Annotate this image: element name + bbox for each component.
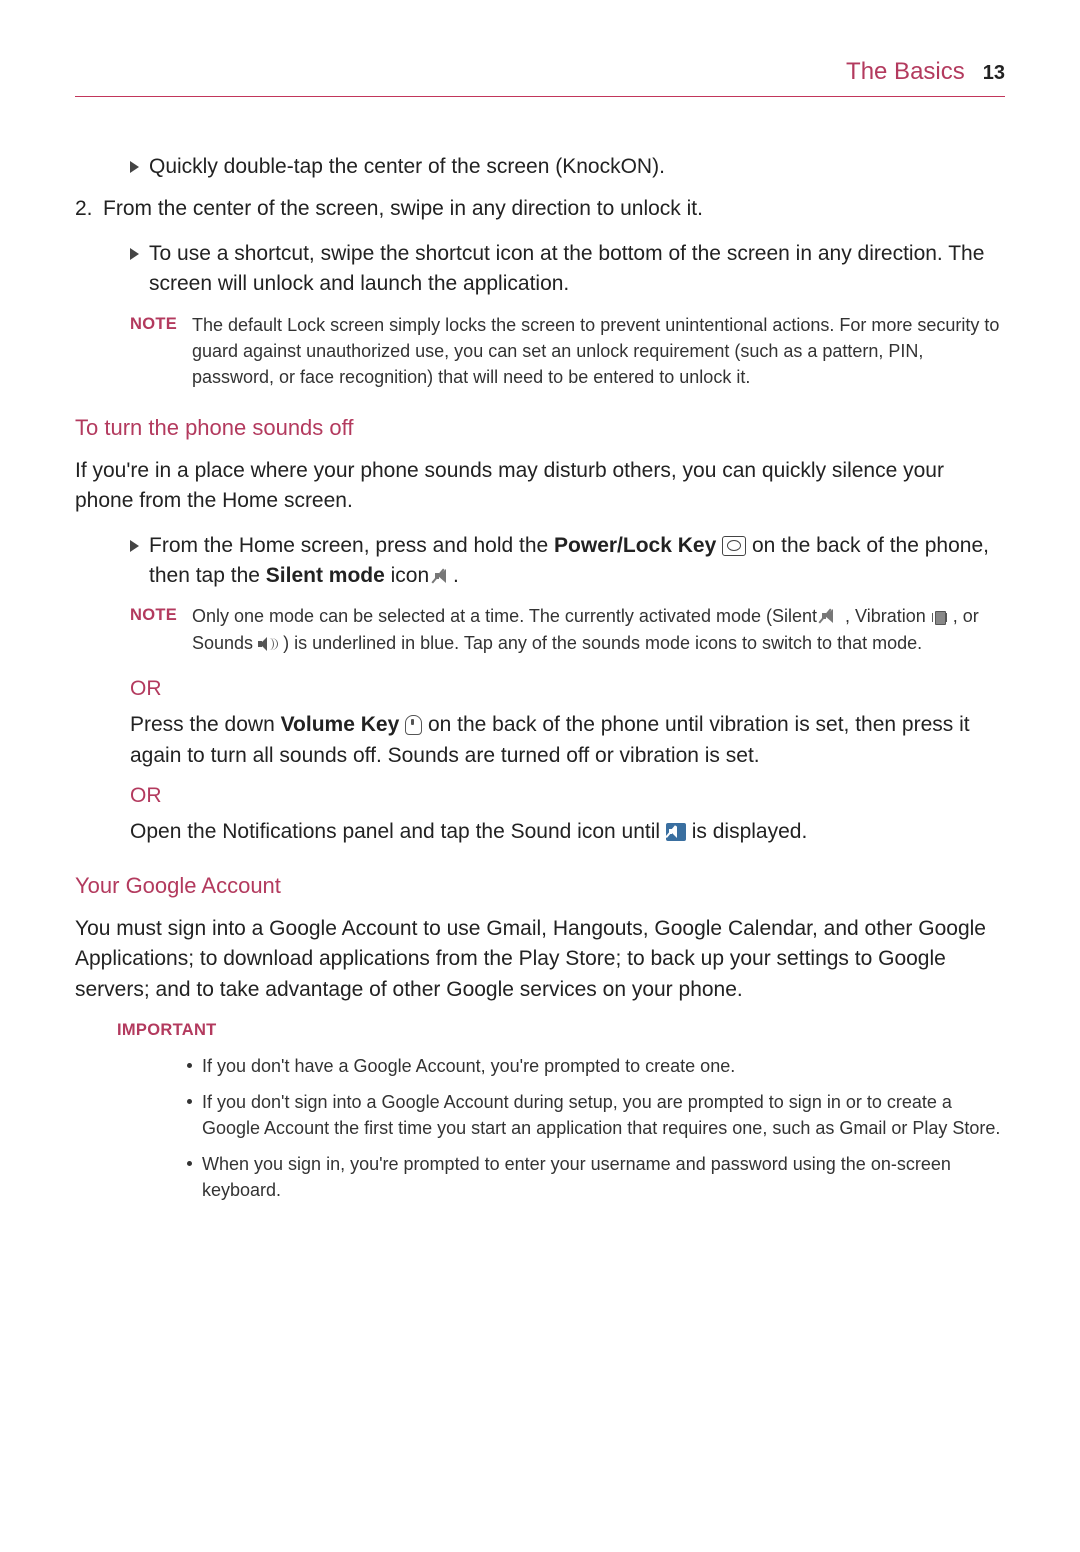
text-fragment: From the Home screen, press and hold the [149, 534, 554, 557]
list-item: Quickly double-tap the center of the scr… [130, 152, 1005, 182]
text-fragment: Open the Notifications panel and tap the… [130, 820, 666, 843]
dot-bullet-icon [187, 1161, 192, 1166]
body-paragraph: Open the Notifications panel and tap the… [130, 817, 1005, 847]
text-fragment: , Vibration [845, 606, 931, 626]
bullet-text: If you don't have a Google Account, you'… [202, 1053, 1005, 1079]
body-paragraph: You must sign into a Google Account to u… [75, 914, 1005, 1005]
page-header: The Basics 13 [75, 55, 1005, 97]
list-item: If you don't have a Google Account, you'… [187, 1053, 1005, 1079]
bullet-text: If you don't sign into a Google Account … [202, 1089, 1005, 1141]
header-title: The Basics [846, 55, 965, 90]
section-heading-google-account: Your Google Account [75, 870, 1005, 902]
triangle-bullet-icon [130, 161, 139, 173]
silent-mode-icon [435, 568, 453, 584]
note-label: NOTE [130, 603, 192, 655]
bullet-text: Quickly double-tap the center of the scr… [149, 152, 1005, 182]
note-block: NOTE The default Lock screen simply lock… [130, 312, 1005, 390]
note-text: The default Lock screen simply locks the… [192, 312, 1005, 390]
note-block: NOTE Only one mode can be selected at a … [130, 603, 1005, 655]
power-lock-key-icon [722, 536, 746, 556]
volume-key-icon [405, 715, 422, 735]
list-item: To use a shortcut, swipe the shortcut ic… [130, 239, 1005, 300]
dot-bullet-icon [187, 1063, 192, 1068]
step-text: From the center of the screen, swipe in … [103, 194, 1005, 224]
important-block: IMPORTANT If you don't have a Google Acc… [117, 1019, 1005, 1203]
bold-text: Power/Lock Key [554, 534, 716, 557]
page-number: 13 [983, 59, 1005, 88]
text-fragment: Only one mode can be selected at a time.… [192, 606, 822, 626]
bold-text: Volume Key [281, 713, 400, 736]
list-item: When you sign in, you're prompted to ent… [187, 1151, 1005, 1203]
note-label: NOTE [130, 312, 192, 390]
or-separator: OR [130, 781, 1005, 811]
text-fragment: Press the down [130, 713, 281, 736]
text-fragment: icon [391, 564, 435, 587]
silent-mode-icon [822, 608, 840, 624]
body-paragraph: Press the down Volume Key on the back of… [130, 710, 1005, 771]
bullet-text: To use a shortcut, swipe the shortcut ic… [149, 239, 1005, 300]
bold-text: Silent mode [266, 564, 385, 587]
sounds-on-icon [258, 637, 278, 651]
note-text: Only one mode can be selected at a time.… [192, 603, 1005, 655]
important-label: IMPORTANT [117, 1019, 1005, 1043]
dot-bullet-icon [187, 1099, 192, 1104]
list-item: From the Home screen, press and hold the… [130, 531, 1005, 592]
numbered-step: 2. From the center of the screen, swipe … [75, 194, 1005, 224]
sound-off-tile-icon [666, 823, 686, 841]
triangle-bullet-icon [130, 248, 139, 260]
or-separator: OR [130, 674, 1005, 704]
section-heading-sounds-off: To turn the phone sounds off [75, 412, 1005, 444]
vibration-icon [931, 610, 948, 624]
bullet-text: From the Home screen, press and hold the… [149, 531, 1005, 592]
body-paragraph: If you're in a place where your phone so… [75, 456, 1005, 517]
step-number: 2. [75, 194, 103, 224]
text-fragment: is displayed. [692, 820, 808, 843]
bullet-text: When you sign in, you're prompted to ent… [202, 1151, 1005, 1203]
list-item: If you don't sign into a Google Account … [187, 1089, 1005, 1141]
triangle-bullet-icon [130, 540, 139, 552]
text-fragment: ) is underlined in blue. Tap any of the … [283, 633, 922, 653]
